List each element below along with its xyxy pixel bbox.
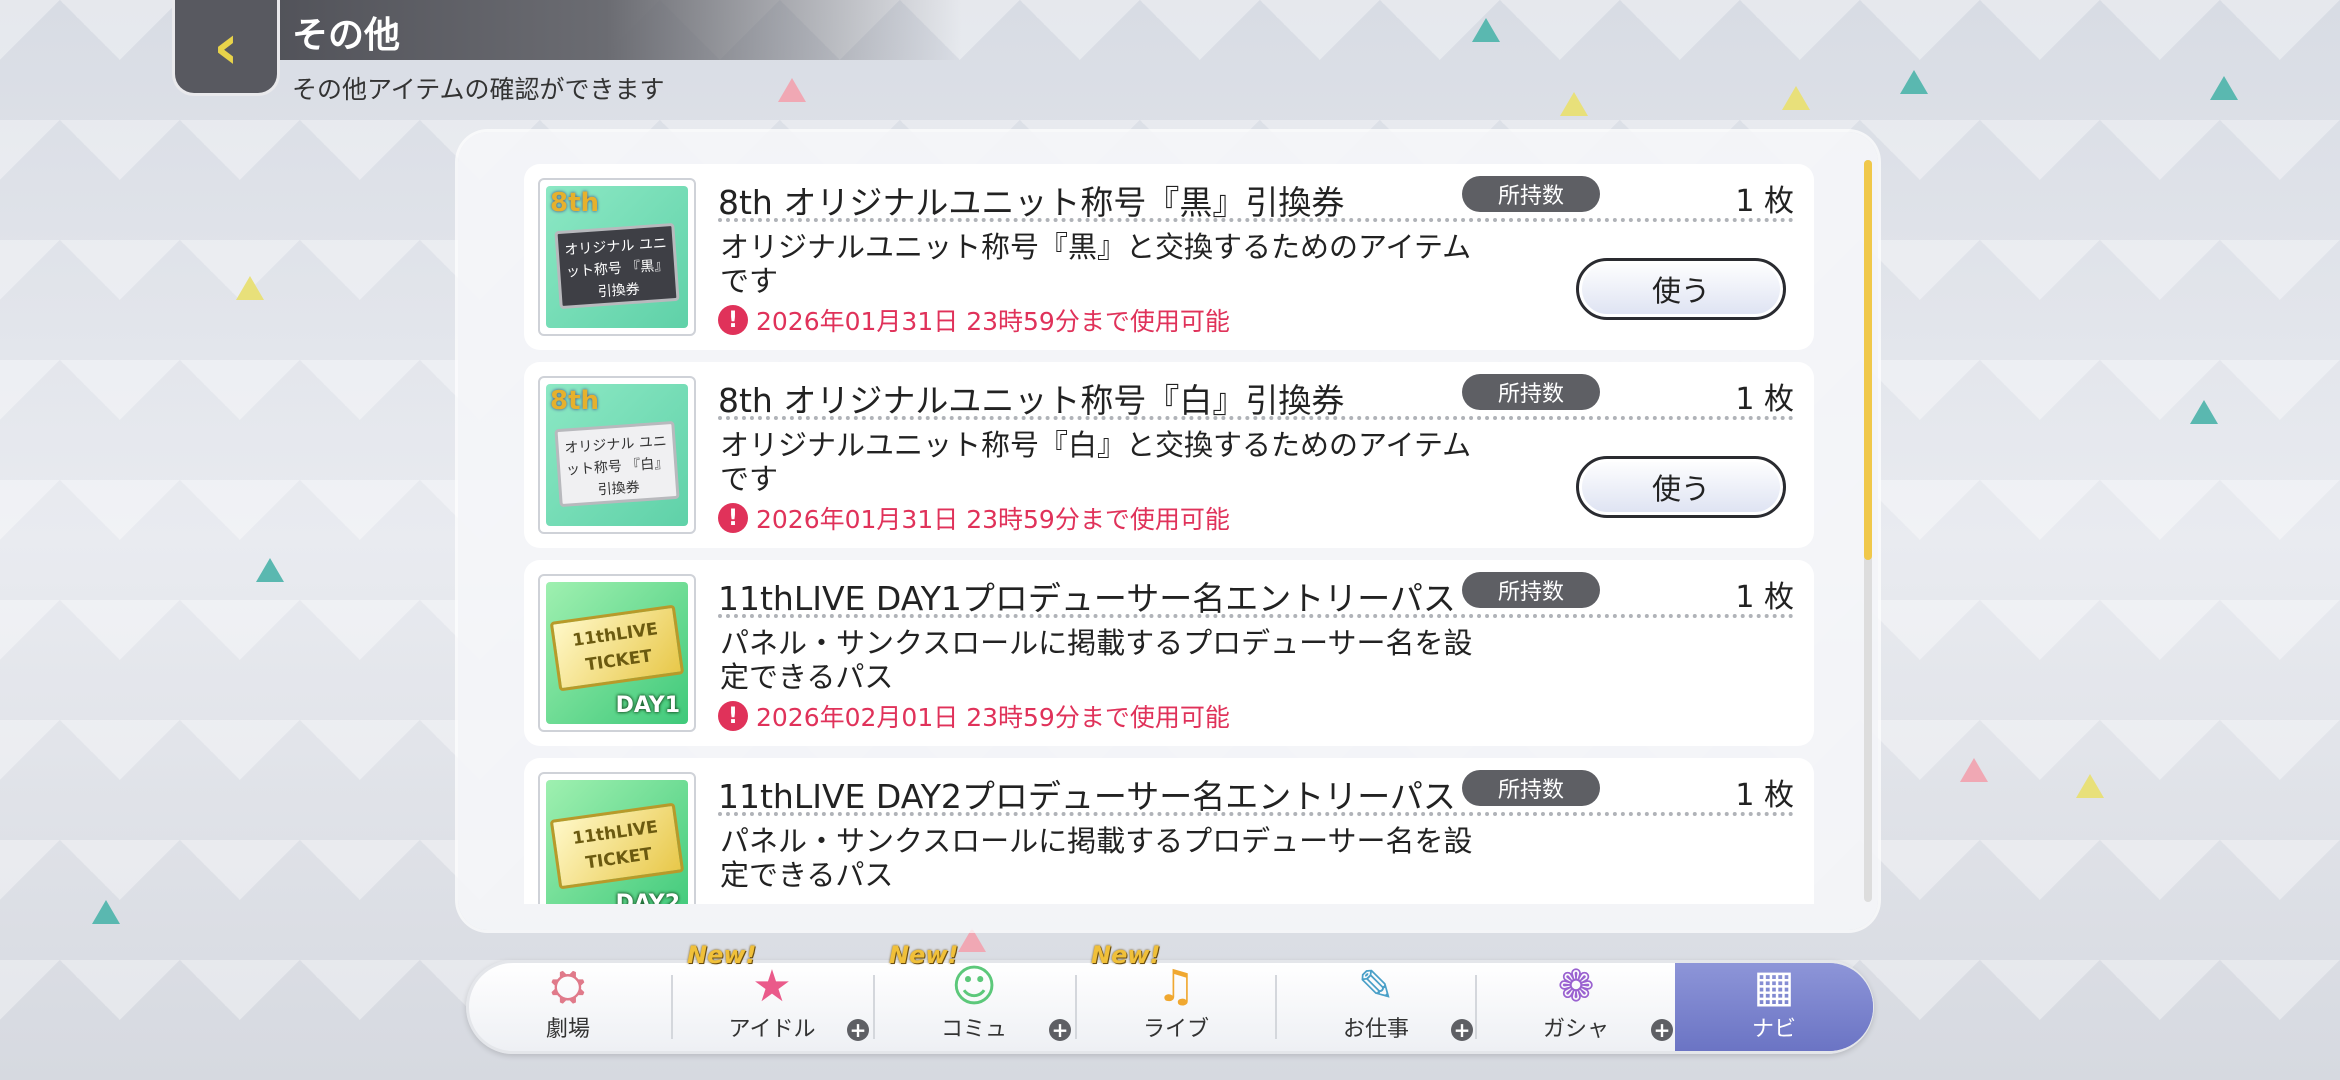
expiry-text: 2026年02月01日 23時59分まで使用可能	[756, 703, 1230, 732]
page-subtitle: その他アイテムの確認ができます	[292, 75, 665, 104]
alert-icon: !	[718, 305, 748, 335]
item-description: オリジナルユニット称号『黒』と交換するためのアイテムです	[720, 230, 1472, 298]
confetti-decoration	[1960, 758, 1988, 782]
item-name: 8th オリジナルユニット称号『白』引換券	[718, 381, 1345, 420]
item-expiry: ! 2026年01月31日 23時59分まで使用可能	[718, 302, 1230, 338]
live-icon: ♫	[1156, 961, 1196, 1012]
theater-icon: ⛭	[550, 961, 586, 1012]
owned-badge: 所持数	[1462, 374, 1600, 410]
list-item: 8th オリジナル ユニット称号 『黒』引換券 8th オリジナルユニット称号『…	[524, 164, 1814, 350]
bottom-nav: ⛭ 劇場 New! ★ アイドル + New! ☺ コミュ + New! ♫ ラ…	[466, 941, 1874, 1054]
nav-item-commu[interactable]: New! ☺ コミュ +	[875, 941, 1073, 1051]
gacha-icon: ❁	[1557, 961, 1595, 1012]
thumb-badge: 8th	[550, 188, 600, 218]
nav-label: ガシャ	[1542, 1017, 1609, 1042]
expiry-text: 2026年01月31日 23時59分まで使用可能	[756, 505, 1230, 534]
use-button[interactable]: 使う	[1576, 456, 1786, 518]
confetti-decoration	[958, 928, 986, 952]
confetti-decoration	[2190, 400, 2218, 424]
live-ticket-day1-icon: 11thLIVE TICKET DAY1	[538, 574, 696, 732]
plus-icon: +	[847, 1019, 869, 1041]
nav-label: お仕事	[1342, 1017, 1409, 1042]
confetti-decoration	[2076, 774, 2104, 798]
item-description: オリジナルユニット称号『白』と交換するためのアイテムです	[720, 428, 1472, 496]
dotted-divider	[718, 614, 1794, 618]
commu-icon: ☺	[951, 961, 997, 1012]
confetti-decoration	[256, 558, 284, 582]
item-name: 8th オリジナルユニット称号『黒』引換券	[718, 183, 1345, 222]
new-badge: New!	[1091, 941, 1161, 969]
dotted-divider	[718, 416, 1794, 420]
thumb-day: DAY1	[615, 693, 680, 718]
scrollbar-thumb[interactable]	[1864, 160, 1872, 560]
confetti-decoration	[92, 900, 120, 924]
thumb-text: 11thLIVE TICKET	[549, 802, 685, 890]
plus-icon: +	[1049, 1019, 1071, 1041]
thumb-text: オリジナル ユニット称号 『白』引換券	[554, 420, 680, 508]
item-name: 11thLIVE DAY2プロデューサー名エントリーパス	[718, 777, 1456, 816]
nav-item-theater[interactable]: ⛭ 劇場	[469, 963, 667, 1051]
nav-label: コミュ	[940, 1017, 1007, 1042]
alert-icon: !	[718, 503, 748, 533]
nav-label: ナビ	[1751, 1017, 1796, 1042]
list-item: 11thLIVE TICKET DAY2 11thLIVE DAY2プロデューサ…	[524, 758, 1814, 904]
owned-badge: 所持数	[1462, 176, 1600, 212]
item-description: パネル・サンクスロールに掲載するプロデューサー名を設定できるパス	[720, 626, 1473, 694]
navi-icon: ▦	[1753, 961, 1795, 1012]
list-item: 11thLIVE TICKET DAY1 11thLIVE DAY1プロデューサ…	[524, 560, 1814, 746]
new-badge: New!	[687, 941, 757, 969]
work-icon: ✎	[1357, 961, 1395, 1012]
list-item: 8th オリジナル ユニット称号 『白』引換券 8th オリジナルユニット称号『…	[524, 362, 1814, 548]
confetti-decoration	[1900, 70, 1928, 94]
live-ticket-day2-icon: 11thLIVE TICKET DAY2	[538, 772, 696, 904]
header-bar	[172, 0, 962, 60]
chevron-left-icon: ‹	[213, 9, 239, 83]
idol-icon: ★	[752, 961, 792, 1012]
nav-label: ライブ	[1142, 1017, 1209, 1042]
confetti-decoration	[1782, 86, 1810, 110]
item-expiry: ! 2026年01月31日 23時59分まで使用可能	[718, 500, 1230, 536]
confetti-decoration	[778, 78, 806, 102]
dotted-divider	[718, 812, 1794, 816]
dotted-divider	[718, 218, 1794, 222]
item-count: 1 枚	[1735, 580, 1794, 615]
new-badge: New!	[889, 941, 959, 969]
thumb-text: 11thLIVE TICKET	[549, 604, 685, 692]
page-title: その他	[292, 15, 401, 56]
unit-title-ticket-white-icon: 8th オリジナル ユニット称号 『白』引換券	[538, 376, 696, 534]
confetti-decoration	[236, 276, 264, 300]
scrollbar[interactable]	[1864, 160, 1872, 902]
item-count: 1 枚	[1735, 382, 1794, 417]
thumb-day: DAY2	[615, 891, 680, 904]
nav-item-idol[interactable]: New! ★ アイドル +	[673, 941, 871, 1051]
item-description: パネル・サンクスロールに掲載するプロデューサー名を設定できるパス	[720, 824, 1473, 892]
back-button[interactable]: ‹	[172, 0, 280, 96]
thumb-badge: 8th	[550, 386, 600, 416]
plus-icon: +	[1651, 1019, 1673, 1041]
nav-label: アイドル	[728, 1017, 816, 1042]
expiry-text: 2026年01月31日 23時59分まで使用可能	[756, 307, 1230, 336]
owned-badge: 所持数	[1462, 770, 1600, 806]
item-list[interactable]: 8th オリジナル ユニット称号 『黒』引換券 8th オリジナルユニット称号『…	[524, 164, 1814, 904]
confetti-decoration	[1560, 92, 1588, 116]
use-button[interactable]: 使う	[1576, 258, 1786, 320]
nav-item-work[interactable]: ✎ お仕事 +	[1277, 963, 1475, 1051]
confetti-decoration	[1472, 18, 1500, 42]
thumb-text: オリジナル ユニット称号 『黒』引換券	[554, 222, 680, 310]
item-count: 1 枚	[1735, 778, 1794, 813]
nav-item-live[interactable]: New! ♫ ライブ	[1077, 941, 1275, 1051]
alert-icon: !	[718, 701, 748, 731]
item-expiry: ! 2026年02月01日 23時59分まで使用可能	[718, 698, 1230, 734]
item-count: 1 枚	[1735, 184, 1794, 219]
owned-badge: 所持数	[1462, 572, 1600, 608]
item-name: 11thLIVE DAY1プロデューサー名エントリーパス	[718, 579, 1456, 618]
nav-item-navi[interactable]: ▦ ナビ	[1675, 963, 1873, 1051]
unit-title-ticket-black-icon: 8th オリジナル ユニット称号 『黒』引換券	[538, 178, 696, 336]
plus-icon: +	[1451, 1019, 1473, 1041]
nav-label: 劇場	[545, 1017, 590, 1042]
nav-item-gacha[interactable]: ❁ ガシャ +	[1477, 963, 1675, 1051]
item-list-panel: 8th オリジナル ユニット称号 『黒』引換券 8th オリジナルユニット称号『…	[458, 132, 1878, 930]
confetti-decoration	[2210, 76, 2238, 100]
